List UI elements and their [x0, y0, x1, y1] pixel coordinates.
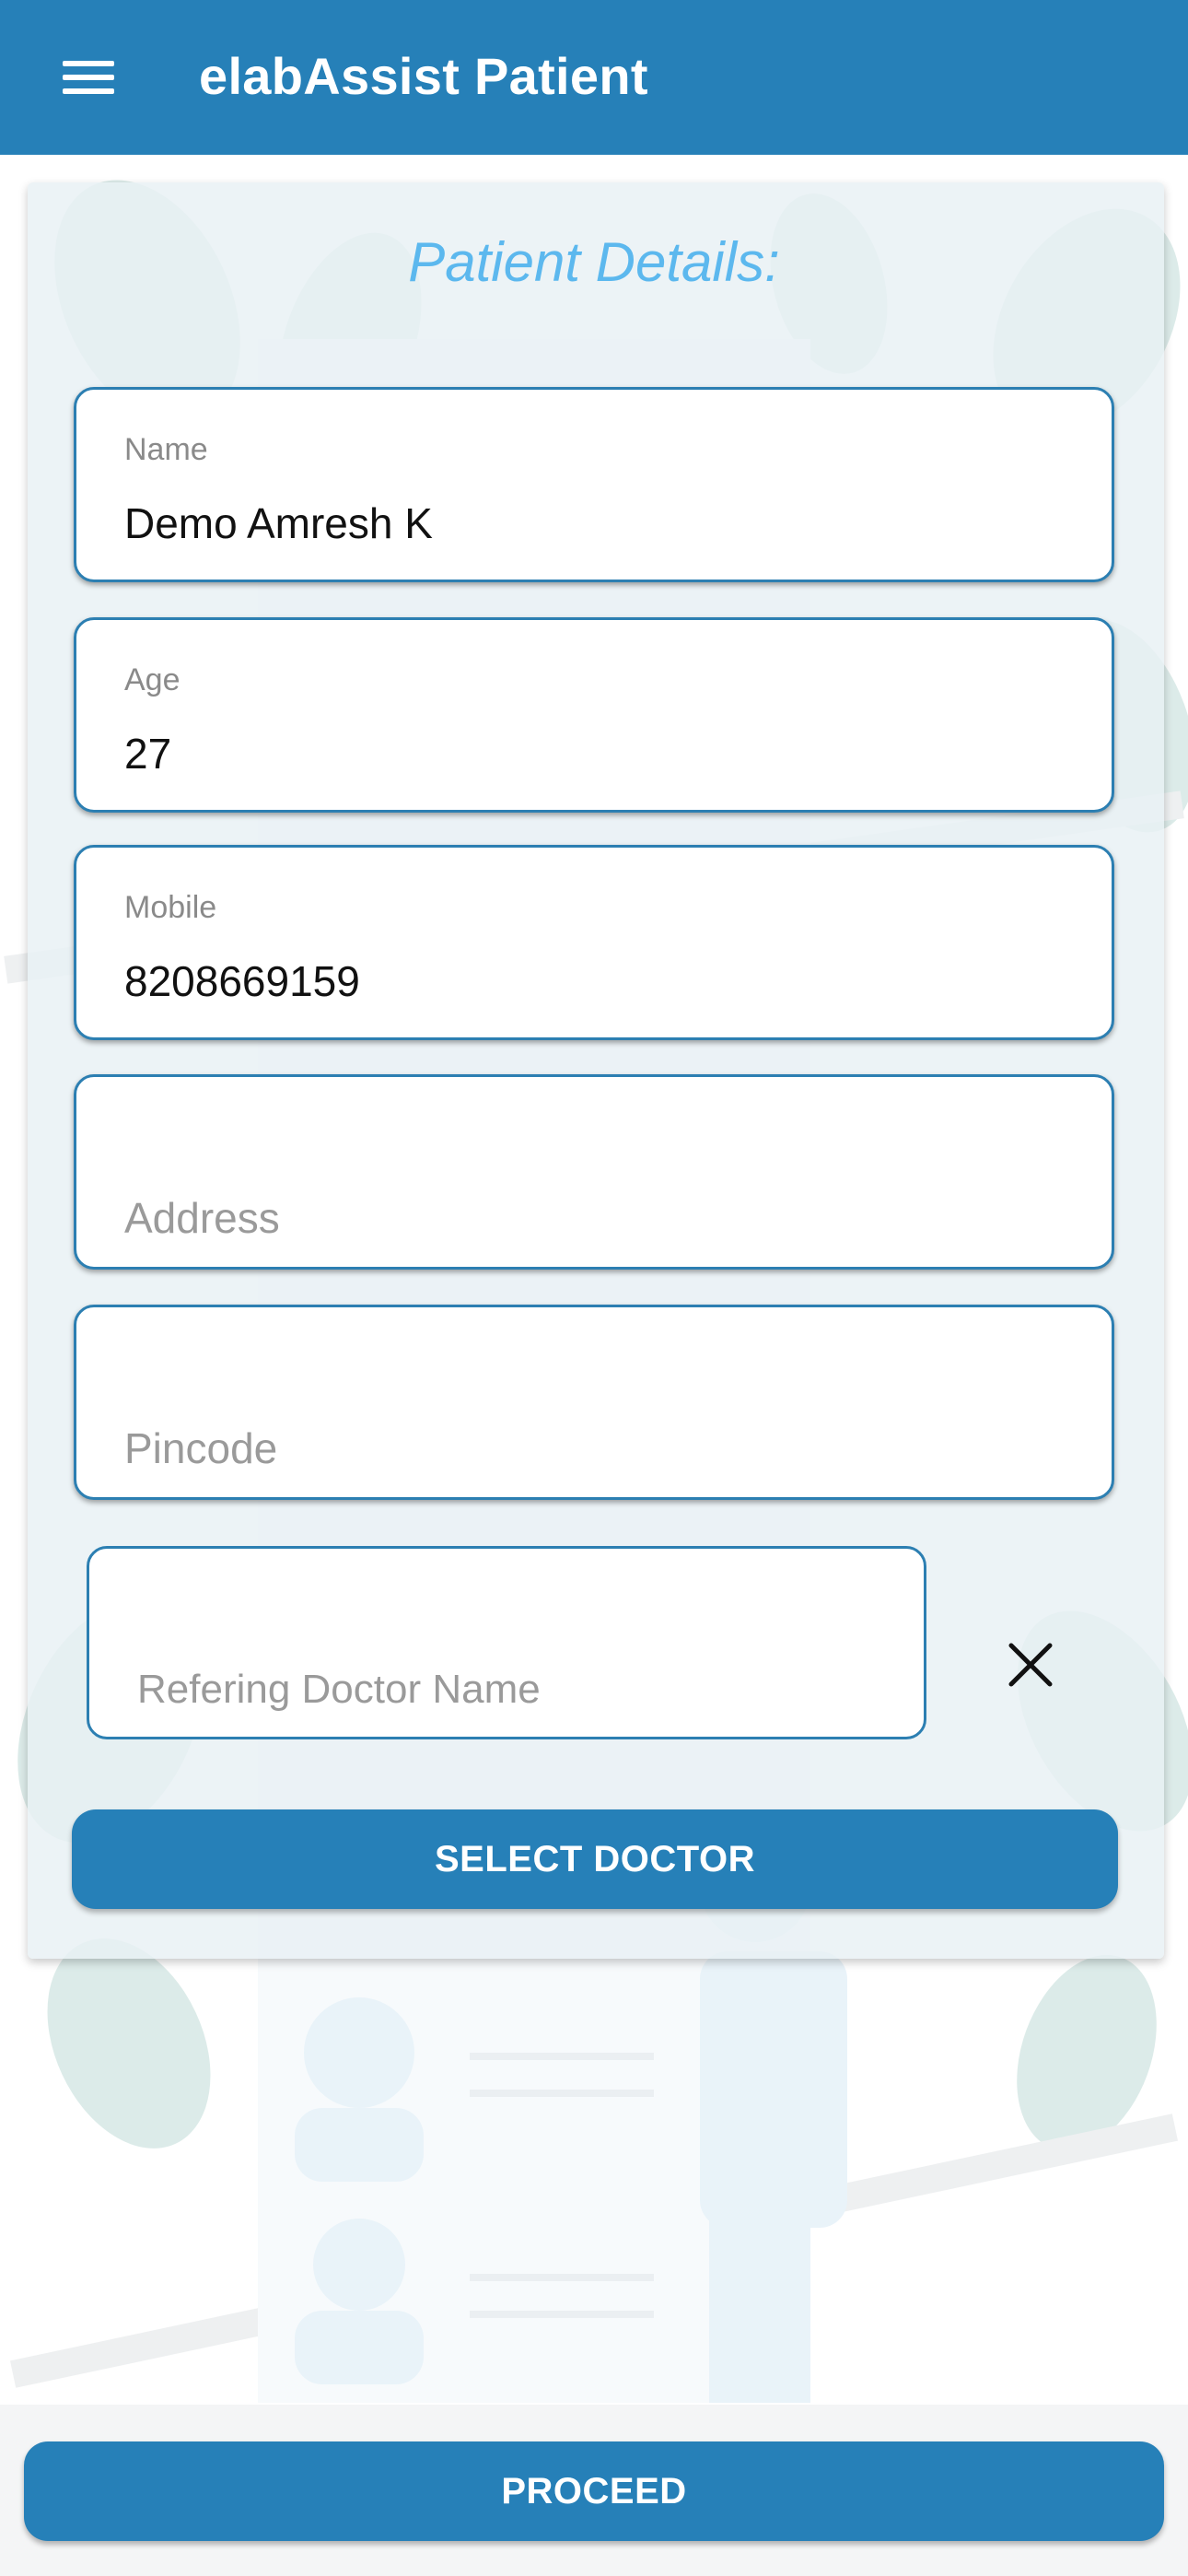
- name-value: Demo Amresh K: [124, 499, 433, 547]
- menu-icon[interactable]: [55, 50, 122, 105]
- page-title: Patient Details:: [408, 231, 780, 293]
- close-icon[interactable]: [1006, 1640, 1055, 1690]
- select-doctor-button[interactable]: SELECT DOCTOR: [72, 1809, 1118, 1909]
- menu-line: [63, 61, 114, 66]
- mobile-value: 8208669159: [124, 957, 360, 1005]
- age-value: 27: [124, 730, 172, 778]
- pincode-field[interactable]: Pincode: [74, 1305, 1114, 1500]
- mobile-field[interactable]: Mobile 8208669159: [74, 845, 1114, 1040]
- mobile-label: Mobile: [124, 890, 217, 925]
- screen: elabAssist Patient Patient Details: Name…: [0, 0, 1188, 2576]
- menu-line: [63, 75, 114, 80]
- app-bar: elabAssist Patient: [0, 0, 1188, 155]
- proceed-button[interactable]: PROCEED: [24, 2441, 1164, 2541]
- age-field[interactable]: Age 27: [74, 617, 1114, 813]
- address-placeholder: Address: [124, 1194, 280, 1242]
- pincode-placeholder: Pincode: [124, 1424, 278, 1472]
- address-field[interactable]: Address: [74, 1074, 1114, 1270]
- name-field[interactable]: Name Demo Amresh K: [74, 387, 1114, 582]
- name-label: Name: [124, 432, 208, 467]
- menu-line: [63, 88, 114, 94]
- app-title: elabAssist Patient: [199, 47, 648, 105]
- referring-doctor-field[interactable]: Refering Doctor Name: [87, 1546, 926, 1739]
- age-label: Age: [124, 662, 181, 697]
- referring-doctor-placeholder: Refering Doctor Name: [137, 1667, 541, 1712]
